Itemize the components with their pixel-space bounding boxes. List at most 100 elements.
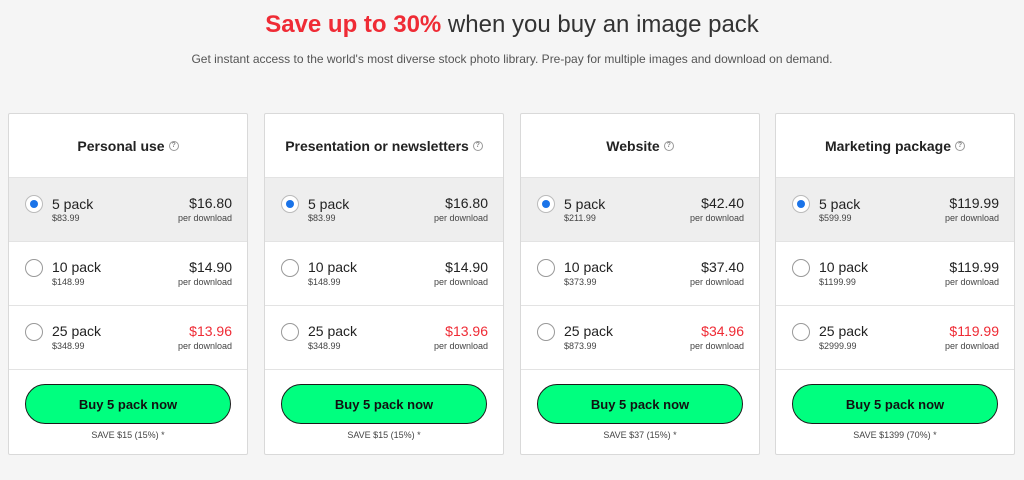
per-download-label: per download [177,213,232,223]
buy-pack-button[interactable]: Buy 5 pack now [281,384,487,424]
pack-name: 10 pack [564,259,614,275]
per-download-label: per download [433,341,488,351]
pack-option-10[interactable]: 10 pack $373.99 $37.40 per download [521,242,759,306]
per-download-price: $16.80 [445,195,488,211]
pack-name: 25 pack [819,323,869,339]
card-title: Marketing package [824,137,952,154]
pack-name: 25 pack [564,323,614,339]
pack-total-price: $2999.99 [819,341,857,351]
card-header: Presentation or newsletters ? [265,114,503,178]
pack-total-price: $599.99 [819,213,852,223]
pack-name: 5 pack [308,196,350,212]
pack-option-25[interactable]: 25 pack $348.99 $13.96 per download [9,306,247,370]
radio-button[interactable] [281,259,299,277]
per-download-price: $13.96 [189,323,232,339]
per-download-label: per download [689,341,744,351]
buy-pack-button[interactable]: Buy 5 pack now [25,384,231,424]
pack-total-price: $83.99 [308,213,336,223]
pack-total-price: $1199.99 [819,277,856,287]
per-download-price: $119.99 [949,323,999,339]
savings-note: SAVE $15 (15%) * [91,430,165,440]
pack-option-10[interactable]: 10 pack $148.99 $14.90 per download [265,242,503,306]
pack-option-5[interactable]: 5 pack $83.99 $16.80 per download [9,178,247,242]
pricing-card-marketing: Marketing package ? 5 pack $599.99 $119.… [775,113,1015,455]
question-circle-icon[interactable]: ? [663,140,674,151]
pack-option-25[interactable]: 25 pack $348.99 $13.96 per download [265,306,503,370]
pack-name: 10 pack [819,259,869,275]
radio-button[interactable] [537,195,555,213]
pack-total-price: $373.99 [564,277,597,287]
pack-option-10[interactable]: 10 pack $1199.99 $119.99 per download [776,242,1014,306]
per-download-label: per download [177,341,232,351]
per-download-price: $37.40 [701,259,744,275]
per-download-label: per download [177,277,232,287]
pack-total-price: $148.99 [308,277,341,287]
pricing-card-personal-use: Personal use ? 5 pack $83.99 $16.80 per … [8,113,248,455]
pack-option-10[interactable]: 10 pack $148.99 $14.90 per download [9,242,247,306]
pack-option-25[interactable]: 25 pack $2999.99 $119.99 per download [776,306,1014,370]
radio-button[interactable] [537,323,555,341]
page-subtitle: Get instant access to the world's most d… [191,52,833,66]
card-header: Marketing package ? [776,114,1014,178]
pack-option-5[interactable]: 5 pack $211.99 $42.40 per download [521,178,759,242]
per-download-price: $14.90 [445,259,488,275]
per-download-price: $34.96 [701,323,744,339]
radio-button[interactable] [792,323,810,341]
pack-option-5[interactable]: 5 pack $599.99 $119.99 per download [776,178,1014,242]
per-download-label: per download [944,213,999,223]
radio-button[interactable] [792,259,810,277]
page-headline: Save up to 30% when you buy an image pac… [0,10,1024,40]
card-header: Website ? [521,114,759,178]
buy-pack-button[interactable]: Buy 5 pack now [792,384,998,424]
headline-rest: when you buy an image pack [441,11,759,38]
pack-name: 5 pack [52,196,94,212]
pack-total-price: $348.99 [308,341,341,351]
per-download-price: $16.80 [189,195,232,211]
pricing-cards: Personal use ? 5 pack $83.99 $16.80 per … [8,113,1024,455]
pricing-card-presentation: Presentation or newsletters ? 5 pack $83… [264,113,504,455]
pack-total-price: $211.99 [564,213,596,223]
per-download-label: per download [689,277,744,287]
pack-total-price: $348.99 [52,341,85,351]
savings-note: SAVE $37 (15%) * [603,430,677,440]
per-download-label: per download [944,341,999,351]
pack-total-price: $83.99 [52,213,80,223]
card-header: Personal use ? [9,114,247,178]
question-circle-icon[interactable]: ? [955,140,966,151]
radio-button[interactable] [281,195,299,213]
radio-button[interactable] [537,259,555,277]
per-download-price: $14.90 [189,259,232,275]
radio-button[interactable] [25,259,43,277]
per-download-label: per download [944,277,999,287]
card-title: Website [606,137,660,154]
buy-pack-button[interactable]: Buy 5 pack now [537,384,743,424]
card-title: Personal use [77,137,165,154]
per-download-price: $119.99 [949,195,999,211]
radio-button[interactable] [25,195,43,213]
per-download-label: per download [689,213,744,223]
pack-name: 10 pack [308,259,358,275]
savings-note: SAVE $15 (15%) * [347,430,421,440]
pack-name: 5 pack [819,196,861,212]
headline-accent: Save up to 30% [265,11,442,38]
pricing-card-website: Website ? 5 pack $211.99 $42.40 per down… [520,113,760,455]
pack-name: 5 pack [564,196,606,212]
pack-name: 10 pack [52,259,102,275]
pack-total-price: $873.99 [564,341,597,351]
per-download-price: $42.40 [701,195,744,211]
radio-button[interactable] [25,323,43,341]
question-circle-icon[interactable]: ? [472,140,483,151]
pack-name: 25 pack [52,323,102,339]
savings-note: SAVE $1399 (70%) * [853,430,937,440]
card-title: Presentation or newsletters [285,137,469,154]
radio-button[interactable] [281,323,299,341]
per-download-label: per download [433,277,488,287]
pack-option-5[interactable]: 5 pack $83.99 $16.80 per download [265,178,503,242]
pack-total-price: $148.99 [52,277,85,287]
pack-name: 25 pack [308,323,358,339]
pack-option-25[interactable]: 25 pack $873.99 $34.96 per download [521,306,759,370]
question-circle-icon[interactable]: ? [168,140,179,151]
per-download-price: $119.99 [949,259,999,275]
per-download-price: $13.96 [445,323,488,339]
radio-button[interactable] [792,195,810,213]
